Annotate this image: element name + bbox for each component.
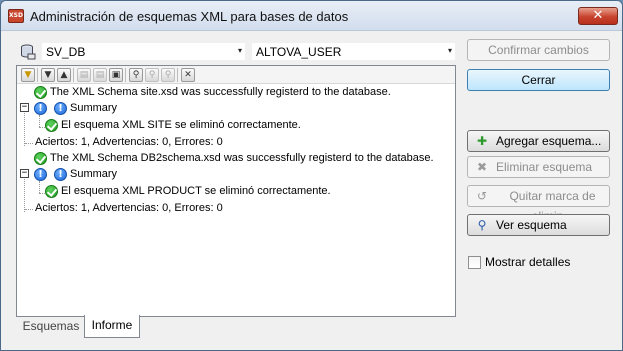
message-line: El esquema XML SITE se eliminó correctam…	[61, 119, 301, 131]
add-schema-label: Agregar esquema...	[496, 134, 602, 148]
tree-line	[39, 181, 40, 193]
database-select[interactable]: SV_DB ▾	[41, 42, 246, 61]
info-icon: !	[54, 102, 67, 115]
view-schema-button[interactable]: ⚲ Ver esquema	[467, 214, 610, 236]
collapse-node-icon[interactable]: −	[20, 103, 29, 112]
tree-line	[25, 209, 33, 210]
collapse-node-icon[interactable]: −	[20, 169, 29, 178]
info-icon: !	[34, 168, 47, 181]
toolbar-separator	[177, 68, 178, 82]
copy-all-icon[interactable]: ▤	[93, 68, 107, 82]
close-window-button[interactable]: ✕	[578, 7, 618, 25]
magnifier-icon: ⚲	[477, 218, 487, 232]
summary-label: Summary	[70, 168, 118, 180]
message-line: El esquema XML PRODUCT se eliminó correc…	[61, 185, 331, 197]
find-icon[interactable]: ⚲	[129, 68, 143, 82]
clear-icon[interactable]: ✕	[181, 68, 195, 82]
remove-icon: ✖	[476, 160, 488, 174]
collapse-icon[interactable]: ▲	[57, 68, 71, 82]
message-line: The XML Schema DB2schema.xsd was success…	[50, 152, 434, 164]
schema-owner-select-value: ALTOVA_USER	[256, 45, 342, 59]
result-counts: Aciertos: 1, Advertencias: 0, Errores: 0	[35, 136, 223, 148]
copy-icon[interactable]: ▤	[77, 68, 91, 82]
report-panel: ▼ ▼ ▲ ▤ ▤ ▣ ⚲ ⚲ ⚲ ✕ The XML Schema site.…	[16, 65, 456, 317]
add-icon: ✚	[476, 134, 488, 148]
info-icon: !	[54, 168, 67, 181]
tree-line	[39, 115, 40, 127]
tree-line	[25, 143, 33, 144]
find-next-icon[interactable]: ⚲	[145, 68, 159, 82]
toolbar-separator	[125, 68, 126, 82]
confirm-changes-button[interactable]: Confirmar cambios	[467, 39, 610, 61]
tab-schemas[interactable]: Esquemas	[20, 316, 82, 338]
undo-icon: ↺	[476, 189, 488, 203]
success-icon	[45, 119, 58, 132]
find-prev-icon[interactable]: ⚲	[161, 68, 175, 82]
show-details-checkbox[interactable]	[468, 256, 481, 269]
toolbar-separator	[73, 68, 74, 82]
filter-icon[interactable]: ▼	[21, 68, 35, 82]
remove-schema-button[interactable]: ✖ Eliminar esquema	[467, 156, 610, 178]
schema-owner-select[interactable]: ALTOVA_USER ▾	[251, 42, 456, 61]
report-toolbar: ▼ ▼ ▲ ▤ ▤ ▣ ⚲ ⚲ ⚲ ✕	[17, 66, 455, 84]
title-bar: XSD Administración de esquemas XML para …	[1, 1, 622, 31]
window-title: Administración de esquemas XML para base…	[30, 9, 349, 24]
chevron-down-icon: ▾	[447, 46, 452, 55]
info-icon: !	[34, 102, 47, 115]
xsd-app-icon: XSD	[8, 9, 24, 23]
view-schema-label: Ver esquema	[496, 218, 567, 232]
result-counts: Aciertos: 1, Advertencias: 0, Errores: 0	[35, 202, 223, 214]
dialog-window: XSD Administración de esquemas XML para …	[0, 0, 623, 351]
toolbar-separator	[37, 68, 38, 82]
tree-line	[39, 193, 45, 194]
save-icon[interactable]: ▣	[109, 68, 123, 82]
database-select-value: SV_DB	[46, 45, 86, 59]
expand-icon[interactable]: ▼	[41, 68, 55, 82]
success-icon	[34, 152, 47, 165]
remove-schema-label: Eliminar esquema	[496, 160, 593, 174]
tab-report[interactable]: Informe	[84, 315, 140, 338]
show-details-label: Mostrar detalles	[485, 255, 571, 269]
unmark-removal-button[interactable]: ↺ Quitar marca de elimin...	[467, 185, 610, 223]
message-line: The XML Schema site.xsd was successfully…	[50, 86, 391, 98]
close-button[interactable]: Cerrar	[467, 69, 610, 91]
success-icon	[45, 185, 58, 198]
add-schema-button[interactable]: ✚ Agregar esquema...	[467, 130, 610, 152]
summary-label: Summary	[70, 102, 118, 114]
tree-line	[39, 127, 45, 128]
success-icon	[34, 86, 47, 99]
database-icon	[21, 44, 36, 60]
chevron-down-icon: ▾	[237, 46, 242, 55]
